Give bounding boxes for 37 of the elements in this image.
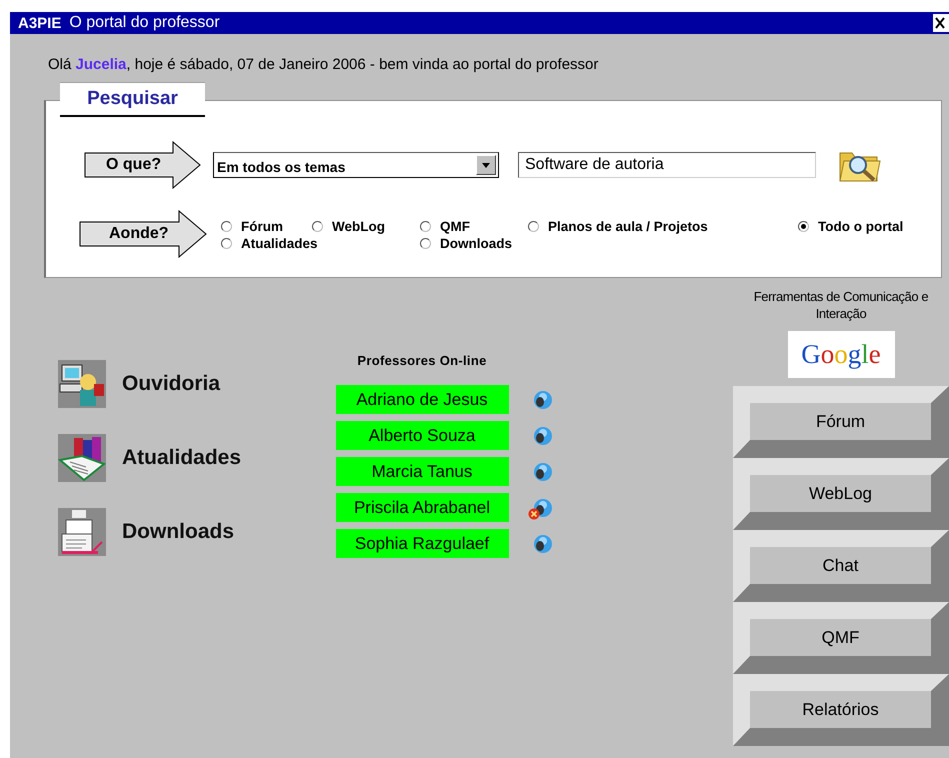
search-field[interactable]: Software de autoria [518,152,816,178]
search-legend: Pesquisar [60,82,205,117]
scope-radio[interactable]: Planos de aula / Projetos [528,218,708,235]
tool-button[interactable]: Fórum [733,386,949,458]
scope-radio[interactable]: Fórum [221,218,283,235]
where-arrow-label: Aonde? [79,210,207,258]
teacher-name[interactable]: Marcia Tanus [336,457,508,486]
section-link[interactable]: Downloads [122,520,234,544]
books-icon[interactable] [58,434,106,482]
scope-radio[interactable]: WebLog [312,218,385,235]
computer-user-icon[interactable] [58,360,106,408]
scope-radio[interactable]: Todo o portal [798,218,904,235]
scope-radio[interactable]: QMF [420,218,470,235]
what-arrow-label: O que? [84,141,201,189]
tools-title: Ferramentas de Comunicação e Interação [752,288,930,322]
window-title: O portal do professor [69,14,221,32]
teacher-name[interactable]: Adriano de Jesus [336,385,508,414]
tool-button[interactable]: QMF [733,602,949,674]
topic-select[interactable]: Em todos os temas [213,152,499,178]
teacher-name[interactable]: Priscila Abrabanel [336,493,508,522]
section-link[interactable]: Atualidades [122,446,242,470]
tool-button[interactable]: Chat [733,530,949,602]
section-link[interactable]: Ouvidoria [122,372,220,396]
online-title: Professores On-line [356,353,488,370]
printer-document-icon[interactable] [58,508,106,556]
scope-radio[interactable]: Downloads [420,235,512,252]
scope-radio[interactable]: Atualidades [221,235,318,252]
teacher-name[interactable]: Alberto Souza [336,421,508,450]
dropdown-icon [482,162,490,168]
app-name: A3PIE [18,14,62,32]
tool-button[interactable]: Relatórios [733,674,949,746]
teacher-name[interactable]: Sophia Razgulaef [336,529,508,558]
search-logo[interactable]: Google [788,331,894,378]
close-button[interactable] [933,14,949,32]
close-icon [935,17,945,29]
greeting-text: Olá Jucelia, hoje é sábado, 07 de Janeiro 2006 - bem vinda ao portal do professor [47,55,600,75]
tool-button[interactable]: WebLog [733,458,949,530]
